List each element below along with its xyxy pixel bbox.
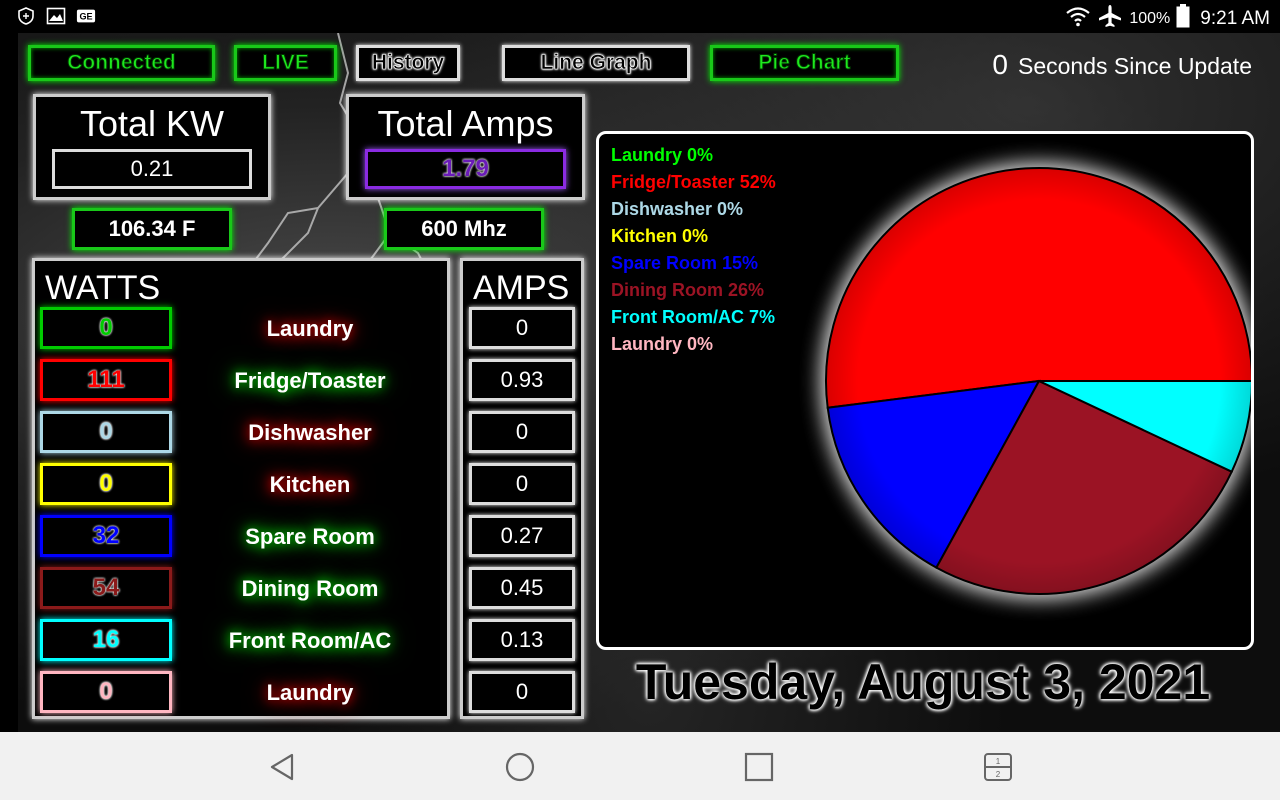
circuit-label: Laundry: [266, 680, 354, 705]
watts-panel: WATTS 0 Laundry 111 Fridge/Toaster 0 Dishwash…: [32, 258, 450, 719]
shield-icon: [16, 6, 36, 26]
watts-title: WATTS: [45, 269, 161, 307]
watts-value: 0: [40, 411, 172, 453]
app-area: Connected LIVE History Line Graph Pie Ch…: [18, 33, 1280, 732]
amps-value: 0.27: [469, 515, 575, 557]
svg-text:GE: GE: [79, 12, 92, 22]
home-icon[interactable]: [503, 750, 537, 784]
image-icon: [46, 6, 66, 26]
watts-row: 0 Dishwasher: [40, 411, 440, 455]
wifi-icon: [1065, 5, 1091, 32]
total-kw-value: 0.21: [52, 149, 252, 189]
back-icon[interactable]: [265, 750, 299, 784]
line-graph-button[interactable]: Line Graph: [502, 45, 690, 81]
live-label: LIVE: [262, 51, 310, 75]
pie-chart-panel: Laundry 0% Fridge/Toaster 52% Dishwasher 0…: [596, 131, 1254, 650]
watts-row: 0 Laundry: [40, 671, 440, 715]
watts-row: 0 Laundry: [40, 307, 440, 351]
watts-value: 0: [40, 307, 172, 349]
total-amps-title: Total Amps: [377, 103, 554, 144]
amps-title: AMPS: [473, 269, 570, 307]
amps-panel: AMPS 0 0.93 0 0 0.27 0.45 0.13 0: [460, 258, 584, 719]
watts-value: 0: [40, 671, 172, 713]
total-amps-value: 1.79: [365, 149, 566, 189]
current-date: Tuesday, August 3, 2021: [635, 654, 1211, 710]
history-label: History: [371, 51, 445, 75]
pie-shading: [826, 168, 1251, 594]
recents-icon[interactable]: [742, 750, 776, 784]
watts-row: 111 Fridge/Toaster: [40, 359, 440, 403]
amps-value: 0.45: [469, 567, 575, 609]
total-amps-panel: Total Amps 1.79: [346, 94, 585, 200]
amps-value: 0: [469, 671, 575, 713]
svg-text:1: 1: [996, 757, 1001, 766]
history-button[interactable]: History: [356, 45, 460, 81]
status-bar: GE 100% 9:21 AM: [0, 0, 1280, 33]
amps-value: 0.13: [469, 619, 575, 661]
amps-value: 0: [469, 411, 575, 453]
watts-row: 16 Front Room/AC: [40, 619, 440, 663]
navigation-bar: 12: [0, 732, 1280, 800]
watts-value: 54: [40, 567, 172, 609]
total-kw-title: Total KW: [79, 103, 225, 144]
watts-row: 54 Dining Room: [40, 567, 440, 611]
connected-status-button[interactable]: Connected: [28, 45, 215, 81]
update-timer: 0 Seconds Since Update: [992, 49, 1252, 81]
watts-row: 32 Spare Room: [40, 515, 440, 559]
connected-label: Connected: [67, 51, 177, 75]
amps-value: 0.93: [469, 359, 575, 401]
pie-chart: [821, 163, 1251, 599]
split-screen-icon[interactable]: 12: [981, 750, 1015, 784]
ge-icon: GE: [76, 6, 96, 26]
total-kw-panel: Total KW 0.21: [33, 94, 271, 200]
battery-percent: 100%: [1129, 9, 1171, 27]
watts-value: 32: [40, 515, 172, 557]
line-graph-label: Line Graph: [540, 51, 652, 75]
watts-row: 0 Kitchen: [40, 463, 440, 507]
seconds-since-update-label: Seconds Since Update: [1018, 53, 1252, 79]
circuit-label: Dishwasher: [248, 420, 372, 445]
circuit-label: Spare Room: [245, 524, 375, 549]
battery-icon: [1176, 4, 1190, 33]
pie-chart-button[interactable]: Pie Chart: [710, 45, 899, 81]
circuit-label: Dining Room: [241, 576, 379, 601]
frequency-readout: 600 Mhz: [384, 208, 544, 250]
svg-text:2: 2: [996, 770, 1001, 779]
circuit-label: Fridge/Toaster: [234, 368, 386, 393]
clock: 9:21 AM: [1200, 7, 1270, 29]
circuit-label: Laundry: [266, 316, 354, 341]
circuit-label: Kitchen: [269, 472, 351, 497]
amps-value: 0: [469, 307, 575, 349]
live-button[interactable]: LIVE: [234, 45, 337, 81]
pie-chart-label: Pie Chart: [758, 51, 851, 75]
amps-value: 0: [469, 463, 575, 505]
watts-value: 0: [40, 463, 172, 505]
airplane-icon: [1097, 4, 1123, 33]
watts-value: 111: [40, 359, 172, 401]
seconds-since-update: 0: [992, 49, 1008, 80]
temperature-readout: 106.34 F: [72, 208, 232, 250]
circuit-label: Front Room/AC: [228, 628, 392, 653]
watts-value: 16: [40, 619, 172, 661]
